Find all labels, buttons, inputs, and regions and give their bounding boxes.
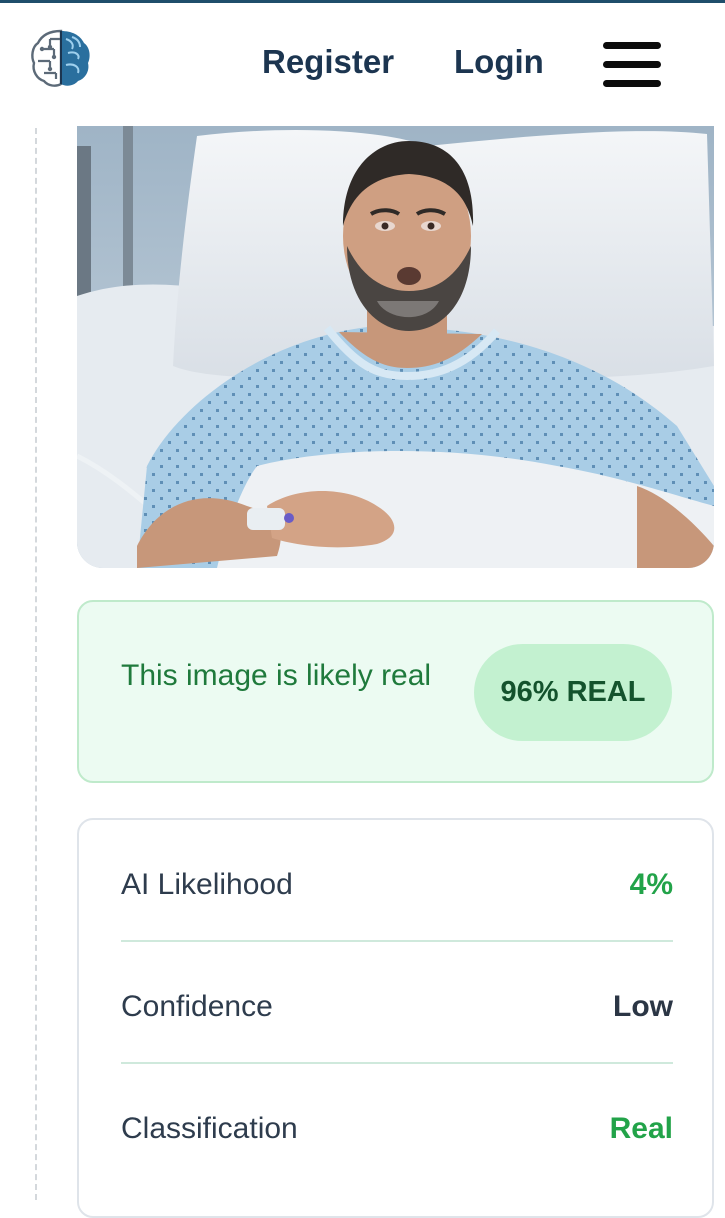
login-link[interactable]: Login: [454, 43, 544, 81]
hospital-patient-photo: [77, 126, 714, 568]
hamburger-menu-icon[interactable]: [603, 39, 661, 91]
stat-row-classification: Classification Real: [121, 1064, 673, 1186]
verdict-card: This image is likely real 96% REAL: [77, 600, 714, 783]
stat-value: Real: [609, 1112, 673, 1145]
register-link[interactable]: Register: [262, 43, 394, 81]
stat-label: AI Likelihood: [121, 868, 293, 901]
stat-value: Low: [613, 990, 673, 1023]
site-header: Register Login: [0, 3, 725, 113]
stat-label: Classification: [121, 1112, 298, 1145]
menu-bar: [603, 80, 661, 87]
brain-icon[interactable]: [28, 25, 94, 91]
menu-bar: [603, 42, 661, 49]
stat-label: Confidence: [121, 990, 273, 1023]
stat-row-ai-likelihood: AI Likelihood 4%: [121, 820, 673, 942]
analyzed-image: [77, 126, 714, 568]
stat-value: 4%: [629, 868, 673, 901]
menu-bar: [603, 61, 661, 68]
page-left-rail: [35, 128, 37, 1200]
analysis-details-card: AI Likelihood 4% Confidence Low Classifi…: [77, 818, 714, 1218]
verdict-badge: 96% REAL: [474, 644, 672, 741]
stat-row-confidence: Confidence Low: [121, 942, 673, 1064]
verdict-message: This image is likely real: [121, 659, 432, 692]
